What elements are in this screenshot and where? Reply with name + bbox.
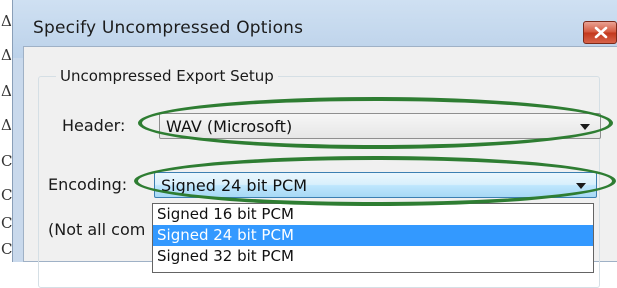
chevron-down-icon xyxy=(580,124,590,130)
encoding-dropdown[interactable]: Signed 24 bit PCM xyxy=(154,172,597,198)
header-label: Header: xyxy=(62,116,126,135)
chevron-down-icon xyxy=(576,183,586,189)
background-document-edge: Δ Δ Δ Δ C C C C xyxy=(0,0,12,262)
header-dropdown[interactable]: WAV (Microsoft) xyxy=(159,113,601,139)
encoding-dropdown-value: Signed 24 bit PCM xyxy=(161,176,308,195)
margin-glyph: C xyxy=(1,240,13,258)
group-title: Uncompressed Export Setup xyxy=(56,67,278,85)
close-icon xyxy=(594,26,608,39)
margin-glyph: Δ xyxy=(1,82,12,100)
header-dropdown-value: WAV (Microsoft) xyxy=(166,117,293,136)
dialog-title: Specify Uncompressed Options xyxy=(33,18,304,38)
close-button[interactable] xyxy=(583,21,617,44)
margin-glyph: C xyxy=(1,186,13,204)
encoding-option[interactable]: Signed 16 bit PCM xyxy=(153,204,593,225)
margin-glyph: Δ xyxy=(1,12,12,30)
encoding-option-selected[interactable]: Signed 24 bit PCM xyxy=(153,225,593,246)
encoding-label: Encoding: xyxy=(48,175,128,194)
margin-glyph: Δ xyxy=(1,116,12,134)
option-label: Signed 32 bit PCM xyxy=(157,247,294,265)
margin-glyph: Δ xyxy=(1,46,12,64)
encoding-option[interactable]: Signed 32 bit PCM xyxy=(153,246,593,267)
compatibility-note: (Not all com xyxy=(48,220,146,239)
option-label: Signed 16 bit PCM xyxy=(157,205,294,223)
margin-glyph: C xyxy=(1,214,13,232)
option-label: Signed 24 bit PCM xyxy=(157,226,294,244)
margin-glyph: C xyxy=(1,152,13,170)
encoding-options-list[interactable]: Signed 16 bit PCM Signed 24 bit PCM Sign… xyxy=(152,203,594,273)
